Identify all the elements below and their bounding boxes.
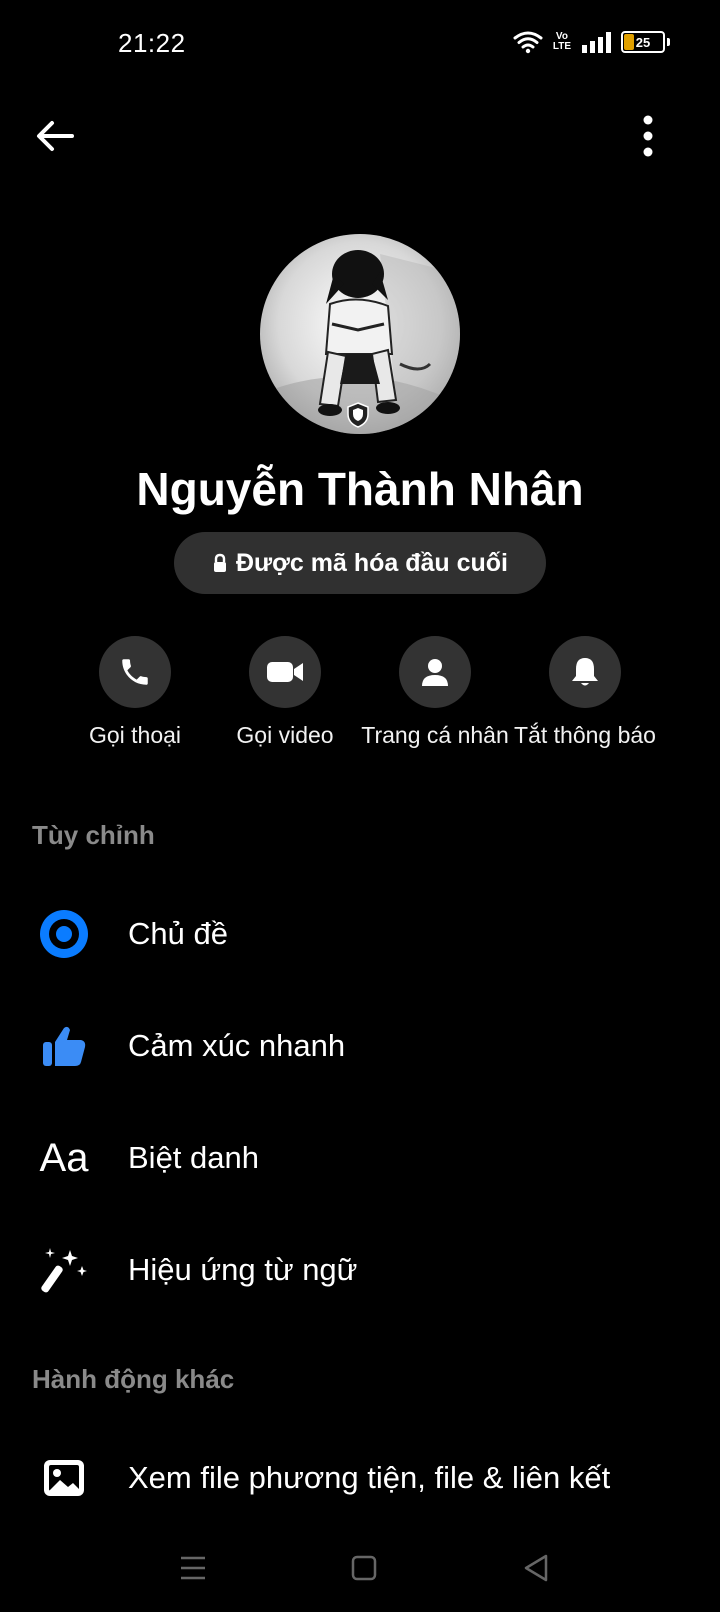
- voice-call-button[interactable]: Gọi thoại: [50, 636, 220, 749]
- profile-button[interactable]: Trang cá nhân: [350, 636, 520, 749]
- mute-notifications-button[interactable]: Tắt thông báo: [500, 636, 670, 749]
- video-icon: [267, 662, 303, 682]
- status-time: 21:22: [118, 28, 186, 58]
- theme-icon: [36, 906, 92, 962]
- profile-circle: [399, 636, 471, 708]
- more-options-button[interactable]: [620, 110, 672, 162]
- square-icon: [351, 1555, 377, 1581]
- person-icon: [422, 659, 448, 686]
- word-effects-label: Hiệu ứng từ ngữ: [128, 1252, 358, 1287]
- battery-tip: [667, 38, 670, 46]
- phone-icon: [122, 659, 148, 685]
- volte-indicator: Vo LTE: [553, 32, 571, 52]
- image-icon: [36, 1450, 92, 1506]
- signal-icon: [582, 32, 611, 53]
- mute-notifications-label: Tắt thông báo: [514, 722, 656, 748]
- encryption-badge[interactable]: Được mã hóa đầu cuối: [174, 532, 546, 594]
- home-button[interactable]: [344, 1548, 384, 1588]
- theme-label: Chủ đề: [128, 916, 228, 951]
- menu-icon: [181, 1556, 205, 1580]
- back-button[interactable]: [30, 110, 82, 162]
- wifi-icon: [513, 31, 543, 54]
- status-icons: Vo LTE 25: [513, 30, 670, 54]
- arrow-left-icon: [37, 121, 74, 151]
- lock-icon: [213, 553, 226, 572]
- customize-section-header: Tùy chỉnh: [32, 820, 155, 850]
- magic-wand-icon: [36, 1242, 92, 1298]
- back-nav-button[interactable]: [516, 1548, 556, 1588]
- nickname-icon: Aa: [36, 1130, 92, 1186]
- encryption-label: Được mã hóa đầu cuối: [235, 548, 509, 577]
- triangle-back-icon: [524, 1554, 548, 1582]
- nickname-row[interactable]: Aa Biệt danh: [0, 1108, 720, 1208]
- view-media-row[interactable]: Xem file phương tiện, file & liên kết: [0, 1428, 720, 1528]
- other-actions-section-header: Hành động khác: [32, 1364, 235, 1394]
- recent-apps-button[interactable]: [173, 1548, 213, 1588]
- theme-row[interactable]: Chủ đề: [0, 884, 720, 984]
- battery-indicator: 25: [621, 31, 670, 53]
- video-call-button[interactable]: Gọi video: [200, 636, 370, 749]
- more-vertical-icon: [643, 115, 653, 157]
- word-effects-row[interactable]: Hiệu ứng từ ngữ: [0, 1220, 720, 1320]
- bell-icon: [572, 658, 598, 686]
- voice-call-circle: [99, 636, 171, 708]
- mute-notifications-circle: [549, 636, 621, 708]
- battery-body: 25: [621, 31, 665, 53]
- voice-call-label: Gọi thoại: [88, 722, 182, 748]
- nickname-icon-text: Aa: [39, 1135, 89, 1180]
- thumbs-up-icon: [36, 1018, 92, 1074]
- view-media-label: Xem file phương tiện, file & liên kết: [128, 1460, 611, 1495]
- profile-label: Trang cá nhân: [361, 722, 509, 748]
- quick-reaction-row[interactable]: Cảm xúc nhanh: [0, 996, 720, 1096]
- video-call-label: Gọi video: [236, 722, 334, 748]
- shield-icon: [346, 402, 370, 428]
- quick-reaction-label: Cảm xúc nhanh: [128, 1028, 346, 1063]
- battery-fill: [624, 34, 634, 50]
- video-call-circle: [249, 636, 321, 708]
- battery-level: 25: [635, 34, 651, 50]
- volte-bottom: LTE: [552, 41, 571, 52]
- contact-name: Nguyễn Thành Nhân: [136, 463, 584, 515]
- nickname-label: Biệt danh: [128, 1140, 259, 1175]
